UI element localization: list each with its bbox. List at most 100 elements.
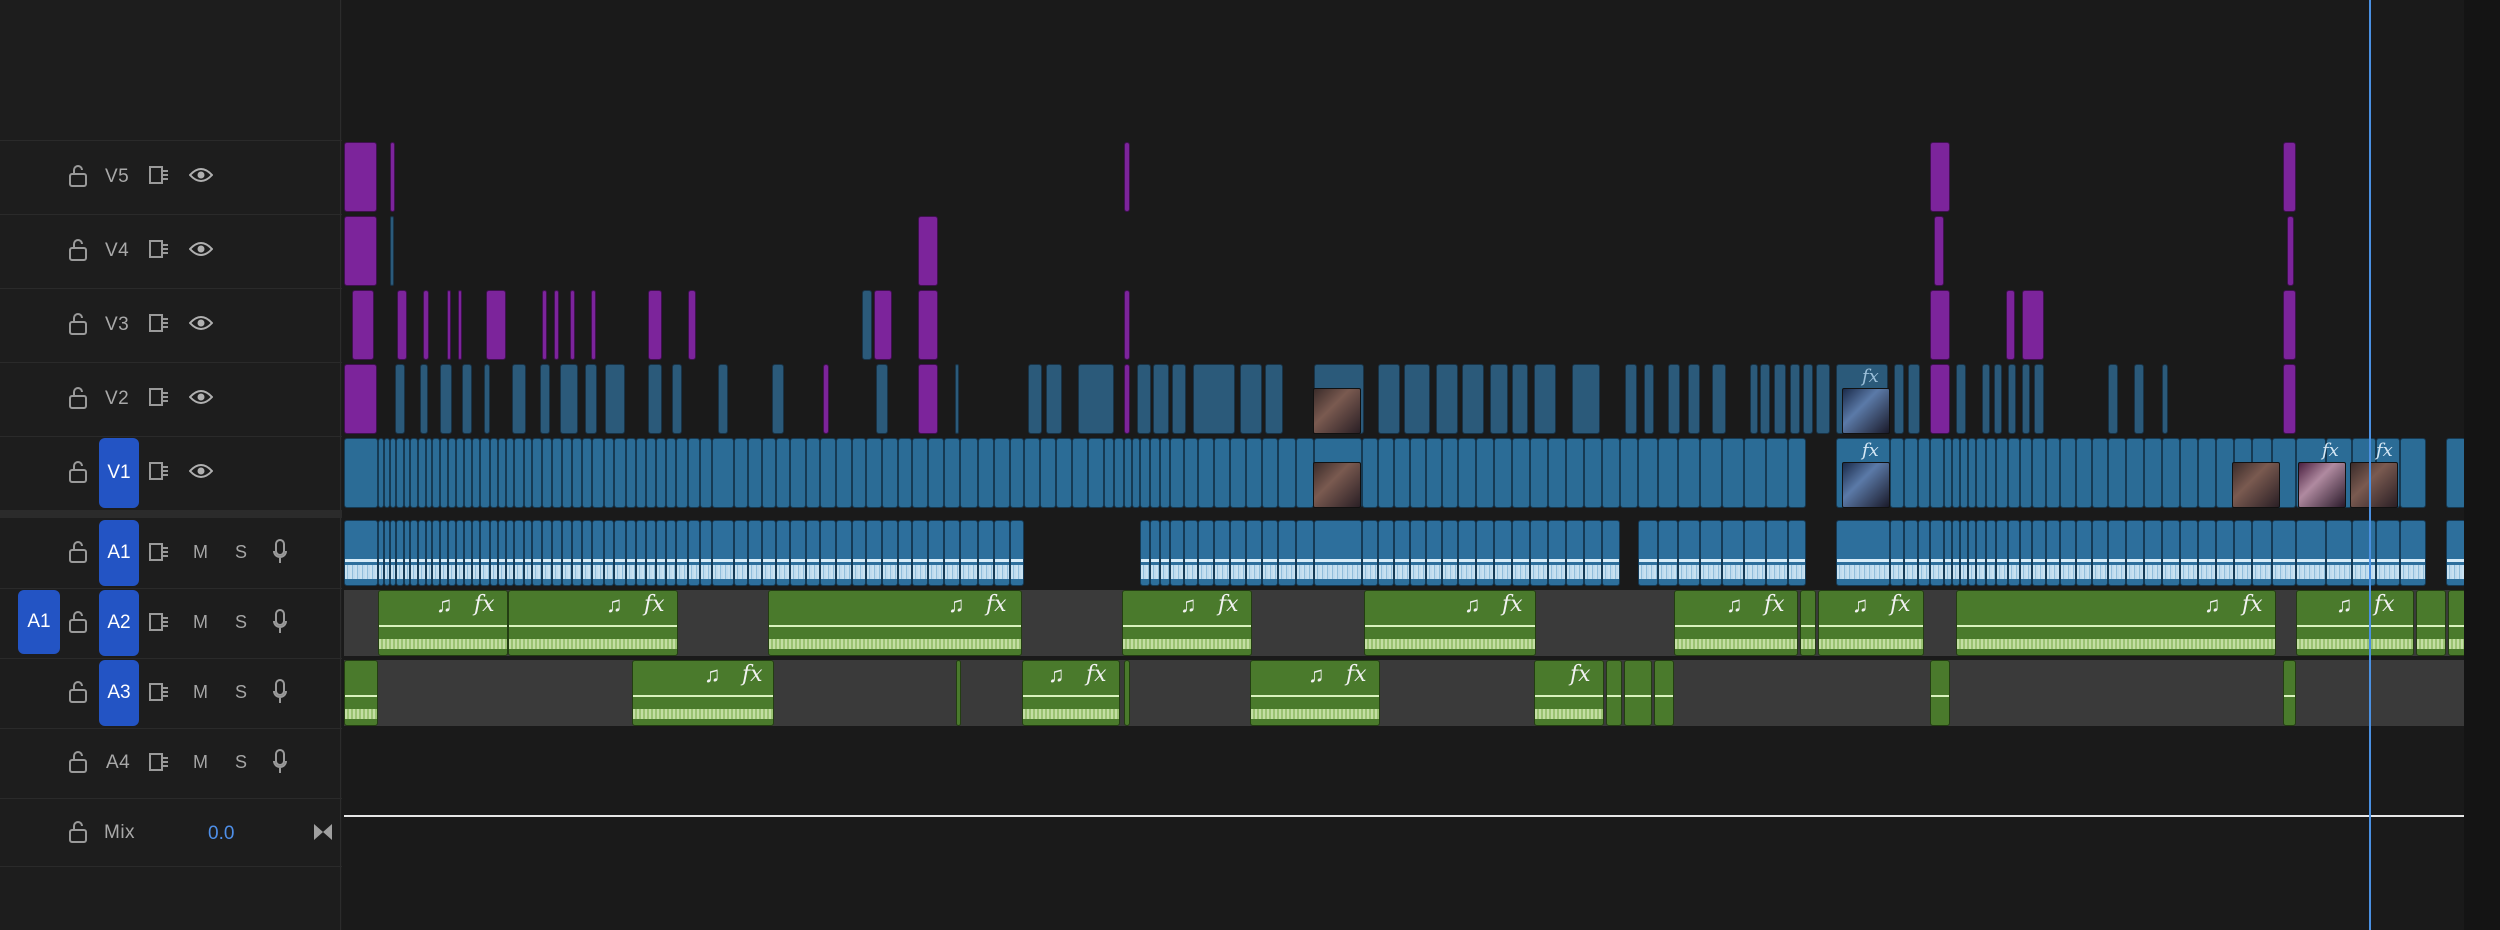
- audio-clip[interactable]: [1700, 520, 1722, 586]
- audio-clip[interactable]: [734, 520, 748, 586]
- video-clip[interactable]: [790, 438, 806, 508]
- video-clip[interactable]: [1078, 364, 1114, 434]
- video-clip[interactable]: [396, 438, 404, 508]
- video-clip[interactable]: [1394, 438, 1410, 508]
- audio-clip[interactable]: [524, 520, 532, 586]
- audio-clip[interactable]: [790, 520, 806, 586]
- audio-clip[interactable]: [1654, 660, 1674, 726]
- video-clip[interactable]: [605, 364, 625, 434]
- adjustment-clip[interactable]: [874, 290, 892, 360]
- adjustment-clip[interactable]: [390, 142, 395, 212]
- lock-icon[interactable]: [68, 164, 88, 188]
- sync-lock-icon[interactable]: [148, 752, 170, 772]
- video-clip[interactable]: [1296, 438, 1314, 508]
- audio-clip[interactable]: [1986, 520, 1996, 586]
- video-clip[interactable]: [1436, 364, 1458, 434]
- video-clip[interactable]: [1246, 438, 1262, 508]
- video-clip[interactable]: [2400, 438, 2426, 508]
- audio-clip[interactable]: [1602, 520, 1620, 586]
- solo-button[interactable]: S: [235, 752, 247, 773]
- video-clip[interactable]: [1230, 438, 1246, 508]
- audio-clip[interactable]: [418, 520, 426, 586]
- audio-clip[interactable]: [1530, 520, 1548, 586]
- video-clip[interactable]: [1476, 438, 1494, 508]
- audio-clip[interactable]: [960, 520, 978, 586]
- eye-icon[interactable]: [189, 389, 213, 405]
- adjustment-clip[interactable]: [591, 290, 596, 360]
- video-clip[interactable]: [1024, 438, 1040, 508]
- video-clip[interactable]: [1490, 364, 1508, 434]
- video-clip[interactable]: [2198, 438, 2216, 508]
- video-clip[interactable]: [1494, 438, 1512, 508]
- audio-clip[interactable]: [1944, 520, 1952, 586]
- video-clip[interactable]: [498, 438, 506, 508]
- video-clip[interactable]: [944, 438, 960, 508]
- video-clip[interactable]: [1265, 364, 1283, 434]
- audio-clip[interactable]: [636, 520, 646, 586]
- video-clip[interactable]: [2008, 364, 2016, 434]
- video-clip[interactable]: [560, 364, 578, 434]
- audio-clip[interactable]: [1638, 520, 1658, 586]
- audio-clip[interactable]: [1744, 520, 1766, 586]
- video-clip[interactable]: [882, 438, 898, 508]
- sync-lock-icon[interactable]: [148, 612, 170, 632]
- video-clip[interactable]: [1566, 438, 1584, 508]
- adjustment-clip[interactable]: [486, 290, 506, 360]
- audio-clip[interactable]: [762, 520, 776, 586]
- audio-clip[interactable]: [898, 520, 912, 586]
- video-clip[interactable]: [1625, 364, 1637, 434]
- track-target-a2[interactable]: A2: [99, 590, 139, 656]
- audio-clip[interactable]: [912, 520, 928, 586]
- video-clip[interactable]: [2162, 364, 2168, 434]
- video-clip[interactable]: [472, 438, 480, 508]
- sync-lock-icon[interactable]: [148, 239, 170, 259]
- video-clip[interactable]: [1404, 364, 1430, 434]
- mix-volume-value[interactable]: 0.0: [208, 823, 234, 845]
- video-clip[interactable]: [1688, 364, 1700, 434]
- video-clip[interactable]: [440, 364, 452, 434]
- audio-clip[interactable]: [1140, 520, 1150, 586]
- video-clip[interactable]: [1668, 364, 1680, 434]
- lock-icon[interactable]: [68, 312, 88, 336]
- audio-clip[interactable]: [836, 520, 852, 586]
- video-clip[interactable]: [1678, 438, 1700, 508]
- audio-clip[interactable]: [1904, 520, 1918, 586]
- video-clip[interactable]: [636, 438, 646, 508]
- microphone-icon[interactable]: [272, 538, 288, 566]
- solo-button[interactable]: S: [235, 612, 247, 633]
- video-clip[interactable]: [806, 438, 820, 508]
- audio-clip[interactable]: [712, 520, 734, 586]
- audio-clip[interactable]: [1534, 660, 1604, 726]
- video-clip[interactable]: [2126, 438, 2144, 508]
- audio-clip[interactable]: [1378, 520, 1394, 586]
- audio-clip[interactable]: [1930, 660, 1950, 726]
- adjustment-clip[interactable]: [423, 290, 429, 360]
- video-clip[interactable]: [1056, 438, 1072, 508]
- audio-clip[interactable]: [2376, 520, 2400, 586]
- video-clip[interactable]: [1426, 438, 1442, 508]
- video-clip[interactable]: [2134, 364, 2144, 434]
- audio-clip[interactable]: [1262, 520, 1278, 586]
- video-clip[interactable]: [390, 216, 394, 286]
- lock-icon[interactable]: [68, 238, 88, 262]
- audio-clip[interactable]: [490, 520, 498, 586]
- video-clip[interactable]: [1750, 364, 1758, 434]
- audio-clip[interactable]: [1160, 520, 1170, 586]
- lock-icon[interactable]: [68, 680, 88, 704]
- adjustment-clip[interactable]: [1124, 364, 1130, 434]
- adjustment-clip[interactable]: [2283, 364, 2296, 434]
- audio-clip[interactable]: [1494, 520, 1512, 586]
- audio-clip[interactable]: [1476, 520, 1494, 586]
- track-target-a1[interactable]: A1: [99, 520, 139, 586]
- video-clip[interactable]: [955, 364, 959, 434]
- audio-clip[interactable]: [666, 520, 676, 586]
- video-clip[interactable]: [700, 438, 712, 508]
- audio-clip[interactable]: [448, 520, 456, 586]
- audio-clip[interactable]: [1800, 590, 1816, 656]
- video-clip[interactable]: [440, 438, 448, 508]
- video-clip[interactable]: [524, 438, 532, 508]
- audio-clip[interactable]: [994, 520, 1010, 586]
- lock-icon[interactable]: [68, 750, 88, 774]
- mute-button[interactable]: M: [193, 612, 208, 633]
- audio-clip[interactable]: [514, 520, 524, 586]
